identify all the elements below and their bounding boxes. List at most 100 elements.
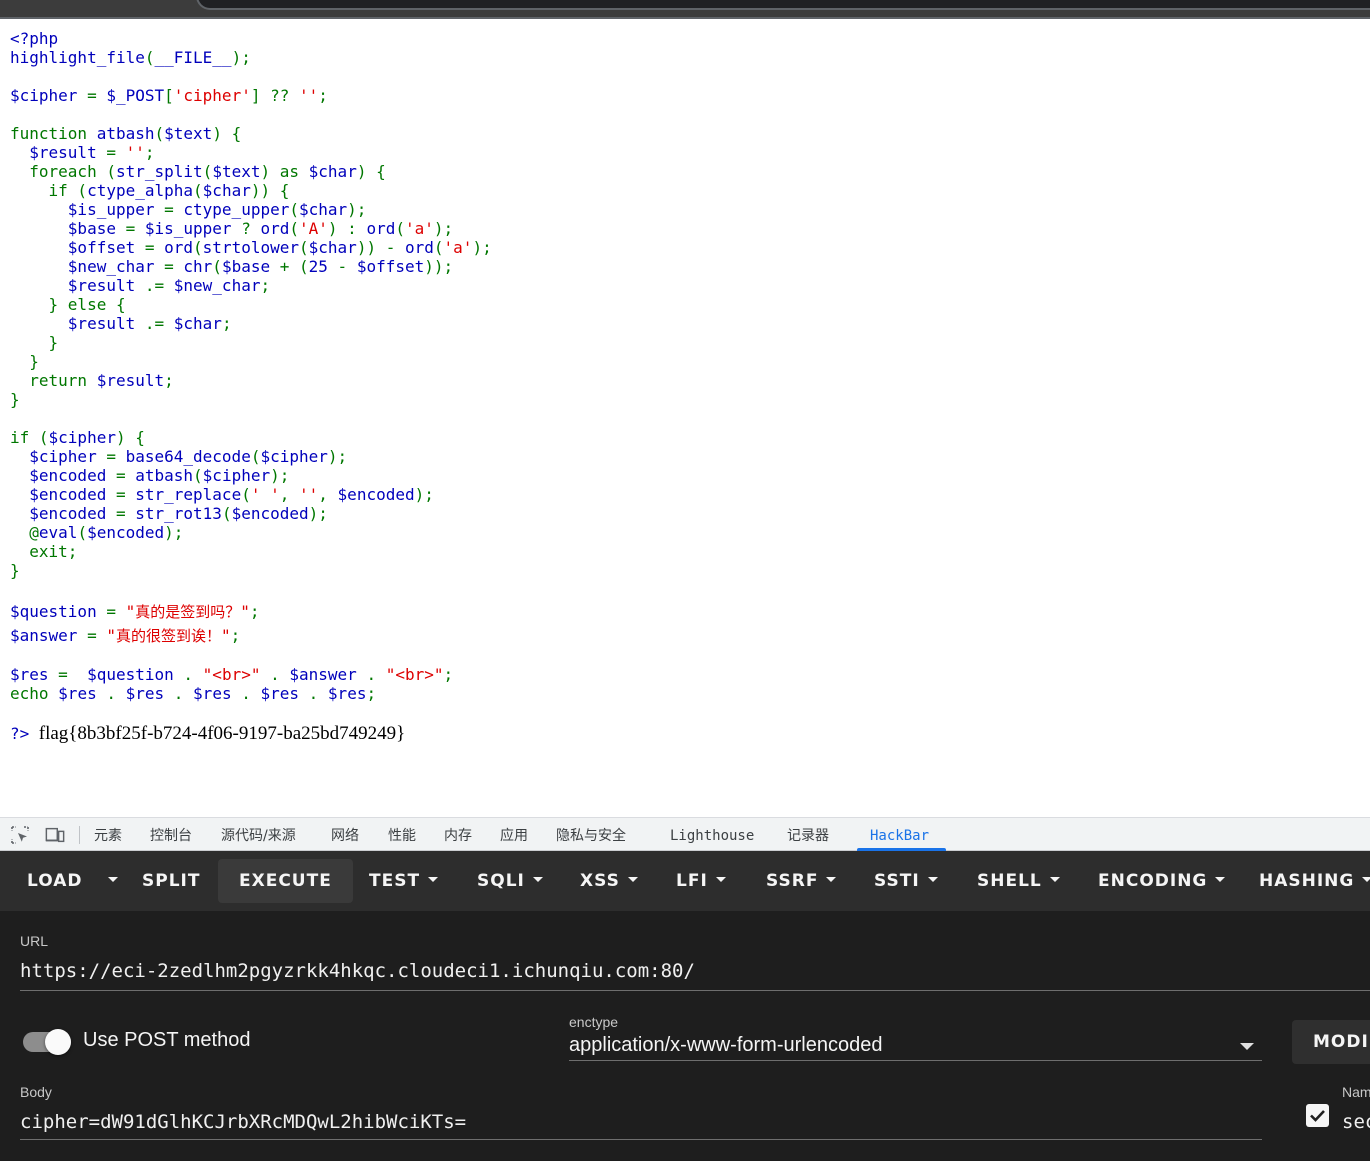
code-token: $is_upper xyxy=(67,200,165,219)
code-token: '' xyxy=(299,485,319,504)
code-line: $offset = ord(strtolower($char)) - ord('… xyxy=(10,238,492,257)
code-token: ; xyxy=(260,276,271,295)
code-token: ( xyxy=(193,181,203,200)
code-token: $encoded xyxy=(29,466,116,485)
code-token: $cipher xyxy=(260,447,328,466)
code-token: str_split xyxy=(115,162,203,181)
xss-menu-button[interactable]: XSS xyxy=(568,859,650,903)
tab-lighthouse[interactable]: Lighthouse xyxy=(670,826,754,846)
shell-menu-button[interactable]: SHELL xyxy=(965,859,1072,903)
tab-console[interactable]: 控制台 xyxy=(150,826,192,846)
code-token: ) { xyxy=(212,124,242,143)
code-token: = xyxy=(87,626,107,645)
code-token: $question xyxy=(10,602,107,621)
tab-memory[interactable]: 内存 xyxy=(444,826,472,846)
hashing-label: HASHING xyxy=(1259,871,1355,891)
ssti-menu-button[interactable]: SSTI xyxy=(862,859,950,903)
tab-hackbar[interactable]: HackBar xyxy=(870,826,929,846)
code-token: $text xyxy=(164,124,213,143)
code-token: 真的很签到诶！ xyxy=(115,627,221,645)
tab-elements[interactable]: 元素 xyxy=(94,826,122,846)
code-token: __FILE__ xyxy=(154,48,232,67)
code-token: ] ?? xyxy=(250,86,299,105)
chevron-down-icon xyxy=(1049,876,1060,882)
code-line: $encoded = atbash($cipher); xyxy=(10,466,289,485)
code-line: ?> flag{8b3bf25f-b724-4f06-9197-ba25bd74… xyxy=(10,724,405,743)
code-token: = xyxy=(125,219,145,238)
code-token: $encoded xyxy=(29,504,116,523)
code-token: } xyxy=(10,333,59,352)
enctype-select[interactable]: application/x-www-form-urlencoded xyxy=(569,1034,882,1057)
device-toolbar-icon[interactable] xyxy=(45,825,65,845)
load-dropdown-button[interactable] xyxy=(96,859,122,903)
lfi-label: LFI xyxy=(676,871,708,891)
code-token: ? xyxy=(241,219,261,238)
inspect-element-icon[interactable] xyxy=(10,825,30,845)
chevron-down-icon[interactable] xyxy=(1240,1043,1254,1050)
sqli-menu-button[interactable]: SQLI xyxy=(465,859,555,903)
split-button[interactable]: SPLIT xyxy=(128,859,214,903)
post-method-toggle-knob[interactable] xyxy=(45,1029,71,1055)
browser-address-area[interactable] xyxy=(196,0,1370,10)
code-line: exit; xyxy=(10,542,77,561)
code-line: highlight_file(__FILE__); xyxy=(10,48,251,67)
hashing-menu-button[interactable]: HASHING xyxy=(1247,859,1370,903)
header-enable-checkbox[interactable] xyxy=(1306,1104,1329,1127)
code-token: ; xyxy=(366,684,377,703)
code-line: $cipher = base64_decode($cipher); xyxy=(10,447,347,466)
code-token: ); xyxy=(308,504,328,523)
tab-application[interactable]: 应用 xyxy=(500,826,528,846)
load-button[interactable]: LOAD xyxy=(12,859,98,903)
test-menu-button[interactable]: TEST xyxy=(357,859,450,903)
tab-recorder[interactable]: 记录器 xyxy=(787,826,829,846)
code-token: . xyxy=(173,684,194,703)
modify-header-button[interactable]: MODIF xyxy=(1292,1020,1370,1064)
encoding-menu-button[interactable]: ENCODING xyxy=(1086,859,1237,903)
code-line: <?php xyxy=(10,29,58,48)
test-label: TEST xyxy=(369,871,421,891)
code-token: ; xyxy=(318,86,328,105)
post-method-label: Use POST method xyxy=(83,1029,251,1051)
tab-performance[interactable]: 性能 xyxy=(388,826,416,846)
tab-privacy-security[interactable]: 隐私与安全 xyxy=(556,826,626,846)
code-token: ( xyxy=(202,162,213,181)
devtools-tab-bar: 元素 控制台 源代码/来源 网络 性能 内存 应用 隐私与安全 Lighthou… xyxy=(0,817,1370,851)
tab-network[interactable]: 网络 xyxy=(331,826,359,846)
code-line: } xyxy=(10,561,20,580)
code-token: $offset xyxy=(67,238,145,257)
code-line: $encoded = str_replace(' ', '', $encoded… xyxy=(10,485,434,504)
execute-button[interactable]: EXECUTE xyxy=(218,859,353,903)
code-token: atbash xyxy=(96,124,155,143)
code-token: [ xyxy=(164,86,174,105)
code-token: chr xyxy=(183,257,213,276)
url-input[interactable]: https://eci-2zedlhm2pgyzrkk4hkqc.cloudec… xyxy=(20,960,695,982)
code-token: strtolower xyxy=(202,238,299,257)
code-token: return xyxy=(10,371,97,390)
code-token: . xyxy=(308,684,328,703)
code-token: str_rot13 xyxy=(135,504,222,523)
hackbar-panel: LOAD SPLIT EXECUTE TEST SQLI XSS LFI SSR… xyxy=(0,851,1370,1161)
code-token: $question xyxy=(87,665,184,684)
code-token: $result xyxy=(67,276,145,295)
chevron-down-icon xyxy=(532,876,543,882)
code-token: ' ' xyxy=(250,485,280,504)
encoding-label: ENCODING xyxy=(1098,871,1208,891)
code-token: $res xyxy=(193,684,242,703)
lfi-menu-button[interactable]: LFI xyxy=(664,859,738,903)
code-token: $encoded xyxy=(87,523,165,542)
tab-sources[interactable]: 源代码/来源 xyxy=(221,826,296,846)
code-token: $res xyxy=(10,665,59,684)
code-token: ; xyxy=(230,626,241,645)
code-token: highlight_file xyxy=(10,48,145,67)
body-input[interactable]: cipher=dW91dGlhKCJrbXRcMDQwL2hibWciKTs= xyxy=(20,1111,466,1133)
code-token: = xyxy=(164,200,184,219)
code-token: ); xyxy=(414,485,434,504)
ssrf-menu-button[interactable]: SSRF xyxy=(754,859,848,903)
header-name-input[interactable]: sec xyxy=(1342,1111,1370,1133)
code-token: " xyxy=(106,626,116,645)
code-token: ); xyxy=(472,238,492,257)
